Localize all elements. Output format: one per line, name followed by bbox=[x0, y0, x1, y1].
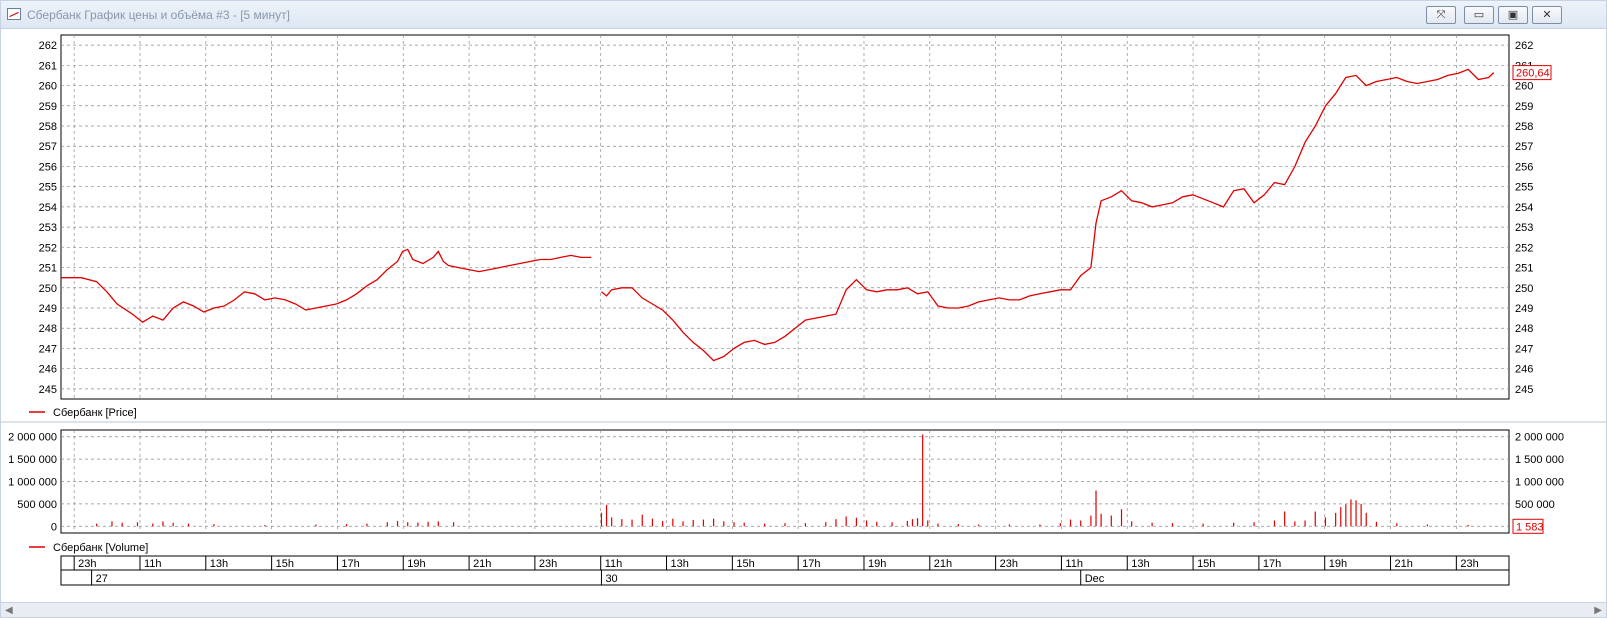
price-legend-label: Сбербанк [Price] bbox=[53, 407, 137, 419]
price-y-tick-label: 246 bbox=[39, 364, 57, 376]
price-y-tick-label-right: 259 bbox=[1515, 101, 1533, 113]
volume-y-tick-label: 0 bbox=[51, 521, 57, 533]
scroll-left-icon[interactable]: ◀ bbox=[5, 605, 13, 616]
chart-app-icon bbox=[7, 8, 21, 20]
hour-tick-label: 11h bbox=[1065, 558, 1083, 570]
price-y-tick-label-right: 249 bbox=[1515, 303, 1533, 315]
price-y-tick-label: 250 bbox=[39, 283, 57, 295]
volume-y-tick-label: 2 000 000 bbox=[8, 432, 57, 444]
price-y-tick-label-right: 260 bbox=[1515, 81, 1533, 93]
hour-tick-label: 21h bbox=[1395, 558, 1413, 570]
price-y-tick-label: 253 bbox=[39, 222, 57, 234]
price-y-tick-label: 258 bbox=[39, 121, 57, 133]
volume-y-tick-label-right: 1 500 000 bbox=[1515, 454, 1564, 466]
hour-tick-label: 23h bbox=[78, 558, 96, 570]
hour-tick-label: 23h bbox=[539, 558, 557, 570]
hour-tick-label: 17h bbox=[1263, 558, 1281, 570]
volume-last-value-label: 1 583 bbox=[1516, 521, 1544, 533]
chart-window: Сбербанк График цены и объёма #3 - [5 ми… bbox=[0, 0, 1607, 618]
hour-tick-label: 17h bbox=[802, 558, 820, 570]
hour-tick-label: 23h bbox=[1000, 558, 1018, 570]
price-plot-frame bbox=[60, 34, 1510, 400]
minimize-button[interactable]: ▭ bbox=[1464, 6, 1494, 24]
hour-tick-label: 19h bbox=[868, 558, 886, 570]
price-y-tick-label-right: 253 bbox=[1515, 222, 1533, 234]
volume-y-tick-label-right: 500 000 bbox=[1515, 499, 1555, 511]
pin-button[interactable]: ⤧ bbox=[1426, 6, 1456, 24]
volume-panel[interactable]: 2 000 000 2 000 000 1 500 000 1 500 000 1 00… bbox=[8, 429, 1564, 534]
price-y-tick-label-right: 245 bbox=[1515, 384, 1533, 396]
price-y-tick-label: 247 bbox=[39, 343, 57, 355]
price-y-tick-label-right: 262 bbox=[1515, 40, 1533, 52]
price-y-tick-label-right: 258 bbox=[1515, 121, 1533, 133]
volume-y-tick-label: 500 000 bbox=[17, 499, 57, 511]
chart-area[interactable]: 245 245 246 246 247 247 248 248 249 249 250 250 251 2… bbox=[1, 30, 1606, 601]
day-tick-label: Dec bbox=[1085, 573, 1105, 585]
time-axis[interactable]: 23h 11h 13h 15h 17h 19h 21h 23h 11h 13h 15h 17h 19h 2… bbox=[60, 555, 1510, 586]
price-y-tick-label: 260 bbox=[39, 81, 57, 93]
hour-tick-label: 13h bbox=[671, 558, 689, 570]
price-y-tick-label: 252 bbox=[39, 242, 57, 254]
price-y-tick-label: 245 bbox=[39, 384, 57, 396]
price-y-tick-label: 261 bbox=[39, 60, 57, 72]
price-y-tick-label-right: 254 bbox=[1515, 202, 1533, 214]
hour-tick-label: 23h bbox=[1460, 558, 1478, 570]
price-y-tick-label-right: 248 bbox=[1515, 323, 1533, 335]
price-y-tick-label: 257 bbox=[39, 141, 57, 153]
price-y-tick-label-right: 250 bbox=[1515, 283, 1533, 295]
price-last-value-label: 260,64 bbox=[1516, 68, 1550, 80]
price-y-tick-label: 251 bbox=[39, 263, 57, 275]
hour-tick-label: 15h bbox=[1197, 558, 1215, 570]
hour-tick-label: 19h bbox=[1329, 558, 1347, 570]
volume-y-tick-label-right: 2 000 000 bbox=[1515, 432, 1564, 444]
price-y-tick-label: 248 bbox=[39, 323, 57, 335]
hour-tick-label: 15h bbox=[736, 558, 754, 570]
price-y-tick-label-right: 247 bbox=[1515, 343, 1533, 355]
price-y-tick-label-right: 252 bbox=[1515, 242, 1533, 254]
hour-tick-label: 11h bbox=[605, 558, 623, 570]
hour-tick-label: 13h bbox=[210, 558, 228, 570]
volume-y-tick-label: 1 000 000 bbox=[8, 477, 57, 489]
title-bar[interactable]: Сбербанк График цены и объёма #3 - [5 ми… bbox=[1, 1, 1606, 29]
hour-tick-label: 21h bbox=[473, 558, 491, 570]
price-y-tick-label: 256 bbox=[39, 161, 57, 173]
volume-y-tick-label: 1 500 000 bbox=[8, 454, 57, 466]
price-y-tick-label-right: 251 bbox=[1515, 263, 1533, 275]
day-tick-label: 27 bbox=[96, 573, 108, 585]
volume-y-tick-label-right: 1 000 000 bbox=[1515, 477, 1564, 489]
day-tick-label: 30 bbox=[605, 573, 617, 585]
volume-legend-label: Сбербанк [Volume] bbox=[53, 542, 148, 554]
price-panel[interactable]: 245 245 246 246 247 247 248 248 249 249 250 250 251 2… bbox=[39, 34, 1552, 400]
price-y-tick-label-right: 257 bbox=[1515, 141, 1533, 153]
price-y-tick-label: 255 bbox=[39, 182, 57, 194]
price-y-tick-label-right: 256 bbox=[1515, 161, 1533, 173]
volume-legend: Сбербанк [Volume] bbox=[29, 542, 148, 554]
scroll-right-icon[interactable]: ▶ bbox=[1594, 605, 1602, 616]
maximize-button[interactable]: ▣ bbox=[1498, 6, 1528, 24]
price-y-tick-label-right: 246 bbox=[1515, 364, 1533, 376]
hour-tick-label: 19h bbox=[407, 558, 425, 570]
price-y-tick-label: 254 bbox=[39, 202, 57, 214]
horizontal-scrollbar[interactable]: ◀ ▶ bbox=[1, 602, 1606, 617]
price-y-tick-label: 259 bbox=[39, 101, 57, 113]
hour-tick-label: 11h bbox=[144, 558, 162, 570]
hour-tick-label: 21h bbox=[934, 558, 952, 570]
window-title: Сбербанк График цены и объёма #3 - [5 ми… bbox=[27, 8, 290, 22]
close-button[interactable]: ✕ bbox=[1532, 6, 1562, 24]
hour-tick-label: 13h bbox=[1131, 558, 1149, 570]
price-y-tick-label-right: 255 bbox=[1515, 182, 1533, 194]
price-legend: Сбербанк [Price] bbox=[29, 407, 137, 419]
hour-tick-label: 17h bbox=[341, 558, 359, 570]
price-y-tick-label: 262 bbox=[39, 40, 57, 52]
price-y-tick-label: 249 bbox=[39, 303, 57, 315]
hour-tick-label: 15h bbox=[276, 558, 294, 570]
